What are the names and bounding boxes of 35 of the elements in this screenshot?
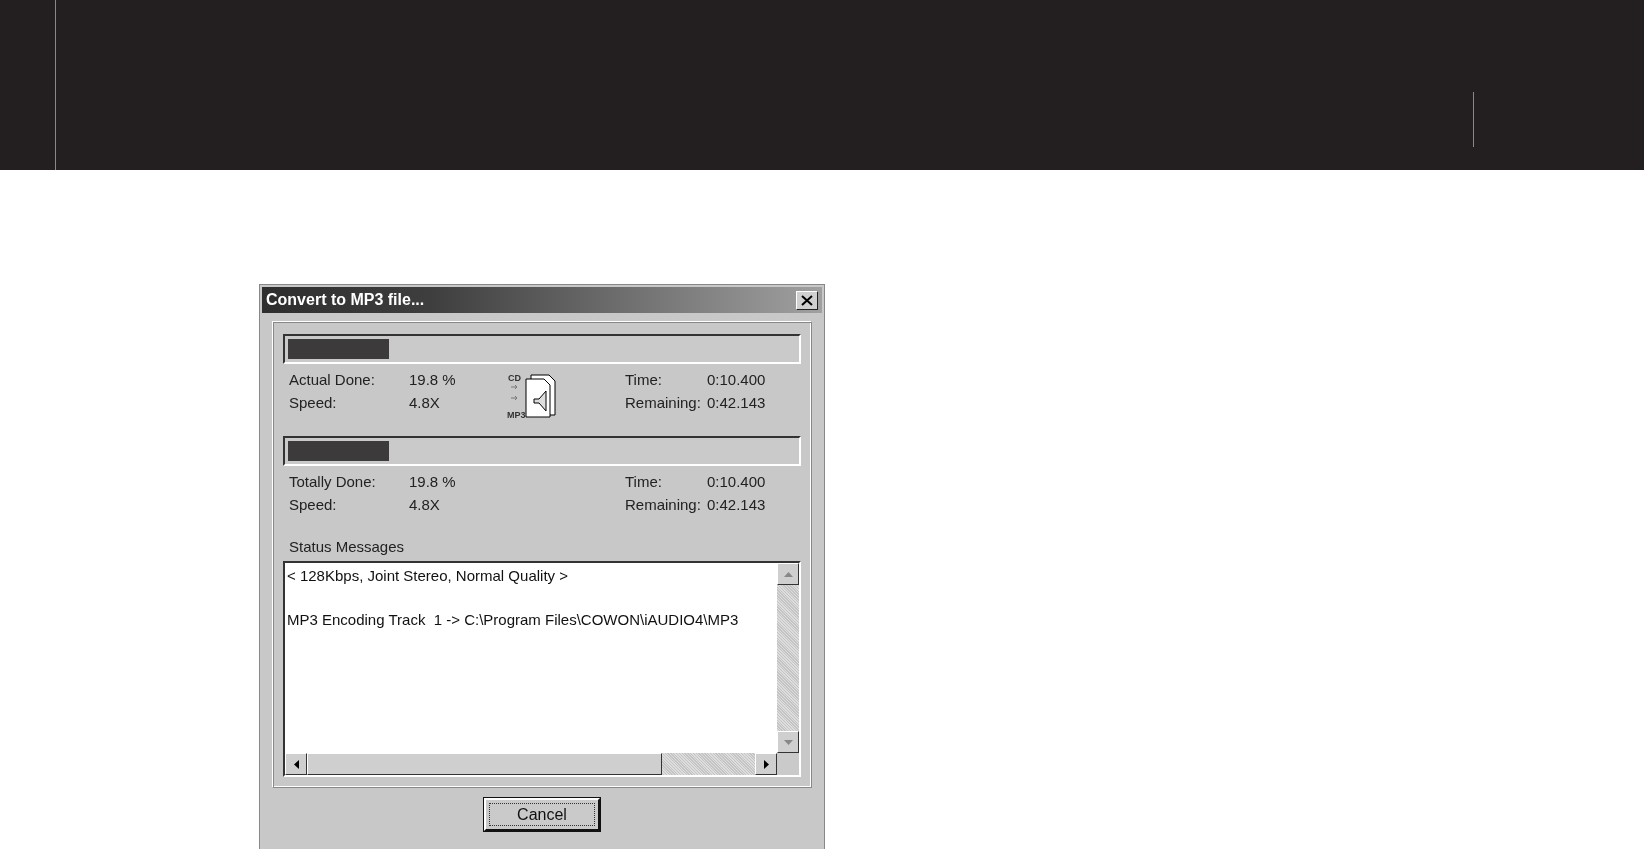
stat-label: Remaining:	[625, 496, 702, 513]
stat-label: Remaining:	[625, 394, 702, 411]
stat-value: 19.8 %	[409, 371, 456, 388]
log-line: < 128Kbps, Joint Stereo, Normal Quality >	[287, 566, 569, 586]
stat-label: Speed:	[289, 496, 338, 513]
stat-label: Speed:	[289, 394, 338, 411]
scroll-left-button[interactable]	[285, 753, 307, 775]
close-button[interactable]	[796, 290, 818, 310]
window-title: Convert to MP3 file...	[266, 291, 425, 309]
stat-label: Totally Done:	[289, 473, 377, 490]
stat-value: 4.8X	[409, 394, 440, 411]
stat-label: Time:	[625, 371, 663, 388]
log-line: MP3 Encoding Track 1 -> C:\Program Files\COWON\iAUDIO4\MP3	[287, 610, 740, 630]
scrollbar-corner	[777, 753, 799, 775]
down-arrow-icon	[783, 739, 793, 745]
horizontal-scrollbar[interactable]	[285, 753, 799, 775]
scroll-right-button[interactable]	[755, 753, 777, 775]
stat-value: 0:10.400	[707, 473, 766, 490]
stat-value: 0:42.143	[707, 496, 766, 513]
close-icon	[801, 294, 813, 306]
stat-label: Time:	[625, 473, 663, 490]
status-messages-label: Status Messages	[288, 538, 406, 557]
vertical-scrollbar[interactable]	[777, 563, 799, 753]
stat-label: Actual Done:	[289, 371, 376, 388]
up-arrow-icon	[783, 571, 793, 577]
scroll-thumb[interactable]	[307, 753, 662, 775]
stat-value: 19.8 %	[409, 473, 456, 490]
scroll-up-button[interactable]	[777, 563, 799, 585]
cancel-button[interactable]: Cancel	[484, 798, 600, 831]
stat-value: 0:10.400	[707, 371, 766, 388]
right-arrow-icon	[763, 759, 769, 769]
stat-value: 0:42.143	[707, 394, 766, 411]
left-arrow-icon	[293, 759, 299, 769]
stat-value: 4.8X	[409, 496, 440, 513]
scroll-down-button[interactable]	[777, 731, 799, 753]
